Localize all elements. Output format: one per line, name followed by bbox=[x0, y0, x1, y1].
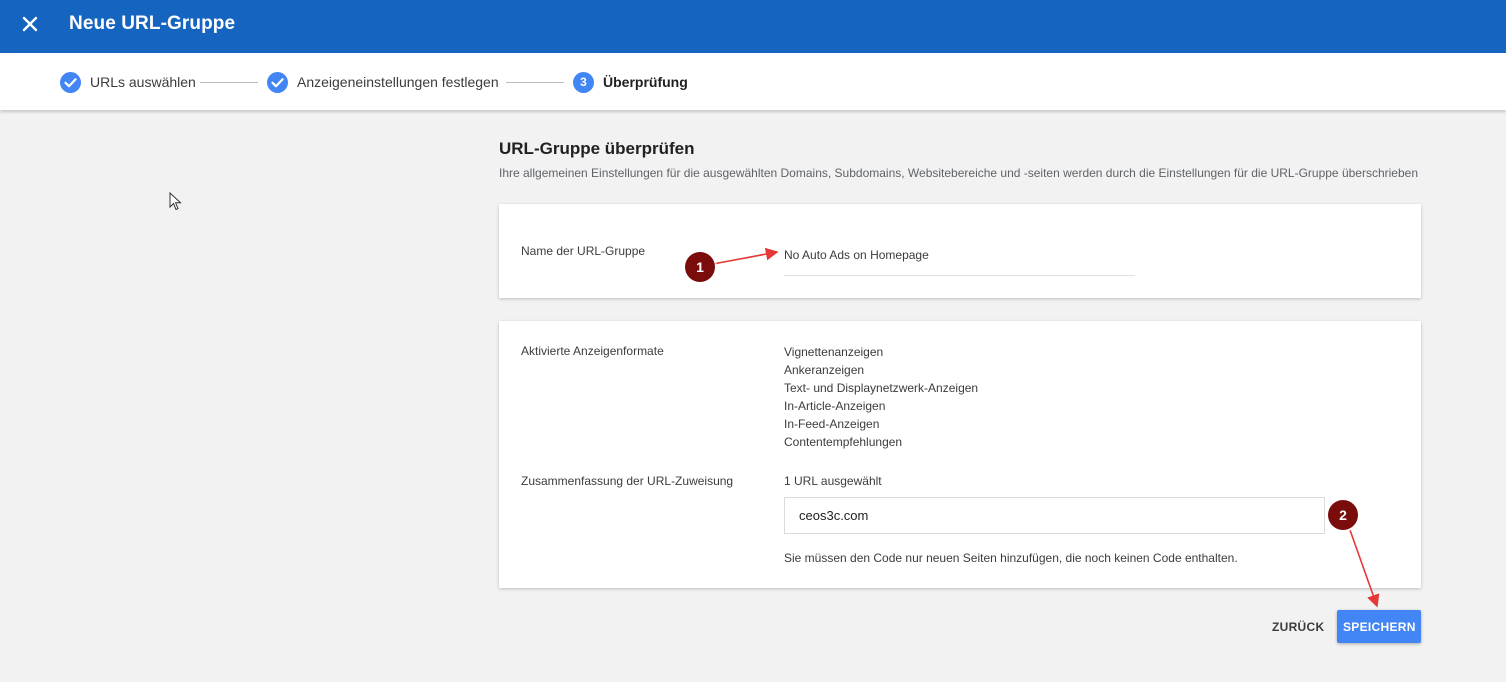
step-connector bbox=[200, 82, 258, 83]
step-connector bbox=[506, 82, 564, 83]
mouse-pointer-icon bbox=[169, 192, 182, 211]
code-hint: Sie müssen den Code nur neuen Seiten hin… bbox=[784, 551, 1238, 565]
url-count: 1 URL ausgewählt bbox=[784, 474, 882, 488]
settings-card: Aktivierte Anzeigenformate Vignettenanze… bbox=[499, 321, 1421, 588]
app-header: Neue URL-Gruppe bbox=[0, 0, 1506, 53]
step-label: Überprüfung bbox=[603, 74, 688, 90]
section-title: URL-Gruppe überprüfen bbox=[499, 139, 695, 158]
back-button[interactable]: ZURÜCK bbox=[1266, 611, 1328, 643]
step-ad-settings[interactable]: Anzeigeneinstellungen festlegen bbox=[267, 71, 499, 93]
list-item: Ankeranzeigen bbox=[784, 363, 865, 377]
close-button[interactable] bbox=[18, 12, 44, 38]
group-name-label: Name der URL-Gruppe bbox=[521, 244, 646, 258]
step-number-badge: 3 bbox=[573, 71, 594, 93]
annotation-marker-2: 2 bbox=[1328, 500, 1358, 530]
close-icon bbox=[22, 16, 38, 32]
format-list: Vignettenanzeigen Ankeranzeigen Text- un… bbox=[784, 343, 978, 451]
check-icon bbox=[267, 71, 288, 93]
list-item: In-Feed-Anzeigen bbox=[784, 417, 880, 431]
assignment-label: Zusammenfassung der URL-Zuweisung bbox=[521, 474, 734, 488]
list-item: Vignettenanzeigen bbox=[784, 345, 884, 359]
save-button[interactable]: SPEICHERN bbox=[1337, 610, 1421, 643]
annotation-marker-1: 1 bbox=[685, 252, 715, 282]
step-label: URLs auswählen bbox=[90, 74, 196, 90]
page-title: Neue URL-Gruppe bbox=[69, 13, 236, 34]
name-card: Name der URL-Gruppe bbox=[499, 204, 1421, 298]
formats-label: Aktivierte Anzeigenformate bbox=[521, 344, 664, 358]
check-icon bbox=[60, 71, 81, 93]
step-label: Anzeigeneinstellungen festlegen bbox=[297, 74, 499, 90]
step-urls[interactable]: URLs auswählen bbox=[60, 71, 196, 93]
url-field[interactable] bbox=[784, 497, 1325, 534]
list-item: Text- und Displaynetzwerk-Anzeigen bbox=[784, 381, 979, 395]
stepper: URLs auswählen Anzeigeneinstellungen fes… bbox=[0, 53, 1506, 110]
step-review[interactable]: 3 Überprüfung bbox=[573, 71, 688, 93]
group-name-input[interactable] bbox=[784, 240, 1135, 276]
section-subtitle: Ihre allgemeinen Einstellungen für die a… bbox=[499, 166, 1418, 180]
list-item: In-Article-Anzeigen bbox=[784, 399, 886, 413]
list-item: Contentempfehlungen bbox=[784, 435, 903, 449]
